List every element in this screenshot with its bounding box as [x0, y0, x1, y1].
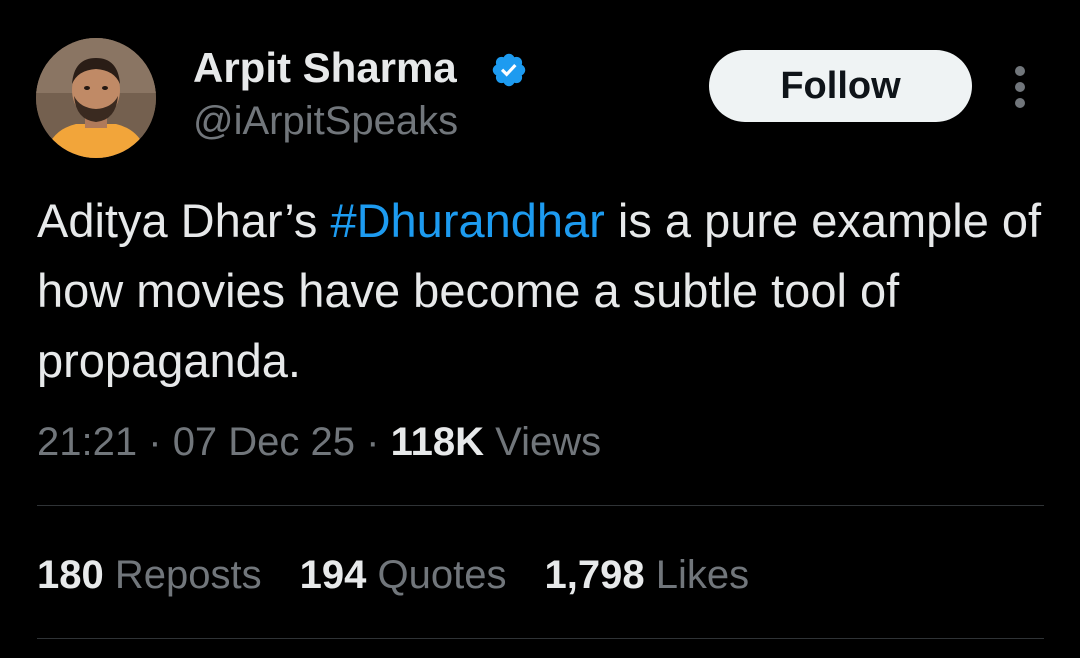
quotes-count: 194 [299, 553, 367, 597]
verified-badge-icon [492, 53, 526, 87]
meta-separator: · [366, 420, 380, 464]
views-count: 118K [390, 420, 485, 464]
likes-stat[interactable]: 1,798 Likes [544, 551, 749, 599]
views-label: Views [495, 420, 602, 464]
more-options-icon[interactable] [1004, 64, 1036, 110]
tweet-date[interactable]: 07 Dec 25 [173, 420, 355, 464]
tweet-time[interactable]: 21:21 [37, 420, 137, 464]
engagement-stats: 180 Reposts 194 Quotes 1,798 Likes [37, 551, 749, 599]
reposts-label: Reposts [114, 553, 262, 597]
likes-count: 1,798 [544, 553, 645, 597]
avatar-photo [36, 38, 156, 158]
divider [37, 638, 1044, 639]
tweet-card: Arpit Sharma @iArpitSpeaks Follow Aditya… [0, 0, 1080, 658]
quotes-stat[interactable]: 194 Quotes [300, 551, 507, 599]
tweet-text-before: Aditya Dhar’s [37, 194, 331, 247]
reposts-count: 180 [37, 553, 104, 597]
avatar[interactable] [36, 38, 156, 158]
quotes-label: Quotes [377, 553, 507, 597]
author-display-name[interactable]: Arpit Sharma [193, 44, 457, 92]
hashtag-link[interactable]: #Dhurandhar [330, 194, 604, 247]
tweet-text: Aditya Dhar’s #Dhurandhar is a pure exam… [37, 186, 1047, 396]
likes-label: Likes [655, 553, 750, 597]
follow-button[interactable]: Follow [709, 50, 972, 122]
meta-separator: · [148, 420, 162, 464]
author-handle[interactable]: @iArpitSpeaks [193, 98, 458, 144]
reposts-stat[interactable]: 180 Reposts [37, 551, 262, 599]
divider [37, 505, 1044, 506]
tweet-meta: 21:21 · 07 Dec 25 · 118K Views [37, 418, 601, 466]
